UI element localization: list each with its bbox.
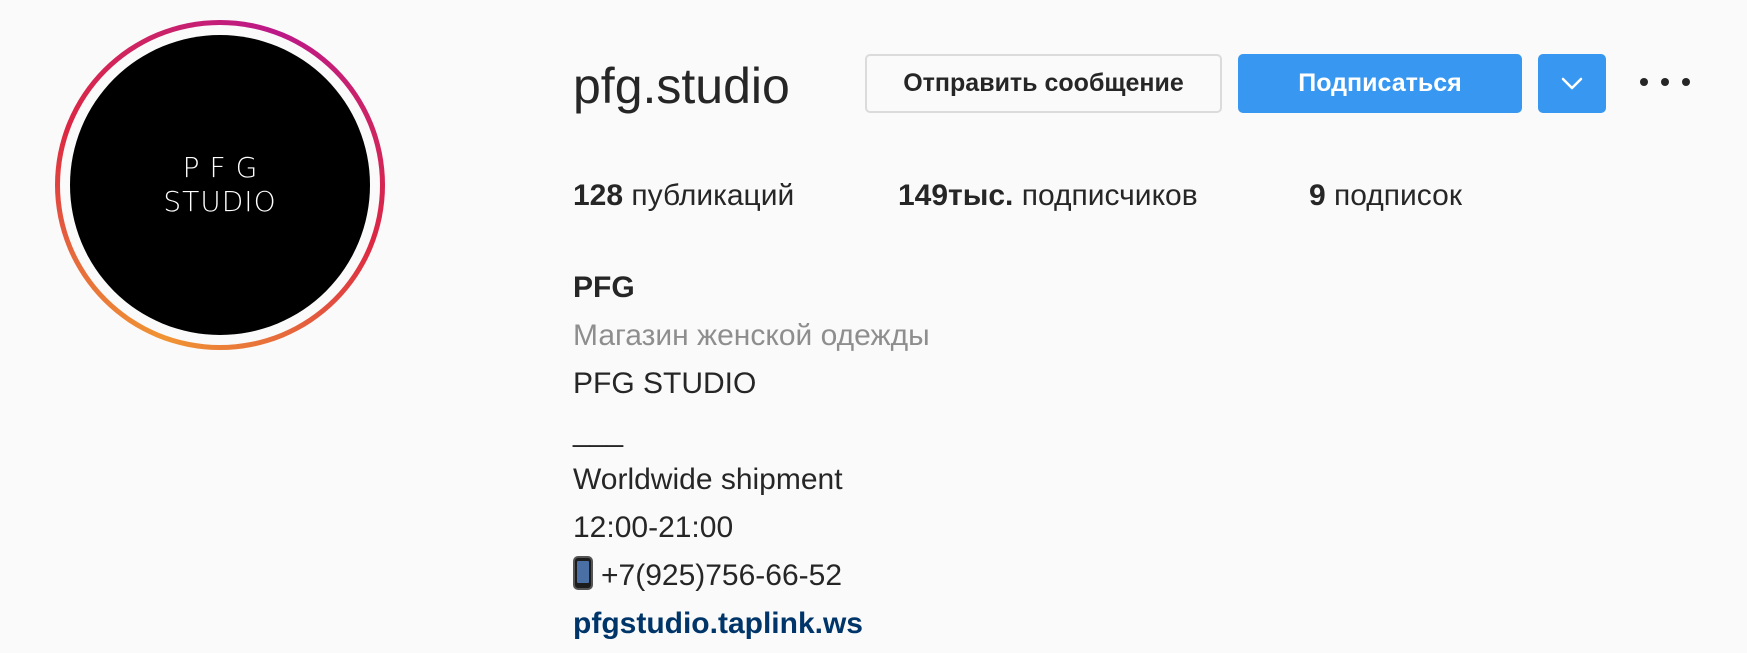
- posts-stat: 128 публикаций: [573, 175, 794, 217]
- following-stat[interactable]: 9 подписок: [1309, 175, 1462, 217]
- bio-phone: +7(925)756-66-52: [601, 559, 843, 592]
- posts-label: публикаций: [631, 179, 795, 212]
- bio-line: ___: [573, 415, 624, 448]
- following-count: 9: [1309, 179, 1326, 212]
- bio: PFG Магазин женской одежды PFG STUDIO __…: [573, 264, 930, 648]
- send-message-button[interactable]: Отправить сообщение: [865, 54, 1222, 113]
- follow-button[interactable]: Подписаться: [1238, 54, 1522, 113]
- avatar[interactable]: PFG STUDIO: [70, 35, 370, 335]
- posts-count: 128: [573, 179, 624, 212]
- more-dot: [1640, 78, 1648, 86]
- more-dot: [1661, 78, 1669, 86]
- following-label: подписок: [1334, 179, 1462, 212]
- followers-label: подписчиков: [1021, 179, 1198, 212]
- bio-link[interactable]: pfgstudio.taplink.ws: [573, 600, 930, 648]
- followers-count: 149тыс.: [898, 179, 1014, 212]
- bio-line: Worldwide shipment: [573, 463, 843, 496]
- avatar-logo-line2: STUDIO: [163, 185, 277, 218]
- bio-category: Магазин женской одежды: [573, 319, 930, 352]
- profile-header: PFG STUDIO pfg.studio Отправить сообщени…: [0, 0, 1747, 653]
- bio-line: 12:00-21:00: [573, 511, 734, 544]
- suggested-dropdown-button[interactable]: [1538, 54, 1606, 113]
- username: pfg.studio: [573, 58, 790, 114]
- bio-phone-line: +7(925)756-66-52: [573, 552, 930, 600]
- followers-stat[interactable]: 149тыс. подписчиков: [898, 175, 1198, 217]
- avatar-gap: PFG STUDIO: [60, 25, 380, 345]
- bio-name: PFG: [573, 271, 635, 304]
- story-ring[interactable]: PFG STUDIO: [55, 20, 385, 350]
- chevron-down-icon: [1561, 77, 1583, 89]
- avatar-logo-line1: PFG: [182, 151, 268, 184]
- bio-line: PFG STUDIO: [573, 367, 757, 400]
- mobile-phone-icon: [573, 556, 593, 590]
- more-dot: [1682, 78, 1690, 86]
- more-options-icon[interactable]: [1640, 70, 1690, 94]
